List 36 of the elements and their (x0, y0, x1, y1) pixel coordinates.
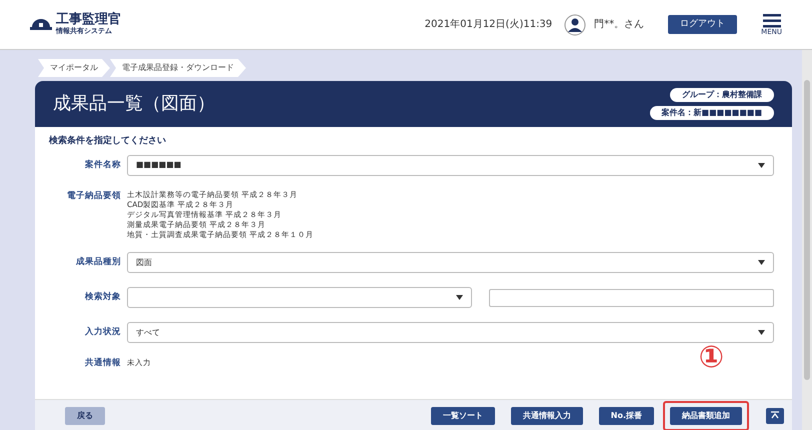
user-name: 門**。さん (594, 18, 644, 32)
field-label: 案件名称 (84, 158, 122, 172)
logout-button[interactable]: ログアウト (668, 14, 738, 34)
caret-icon (456, 295, 463, 300)
user-avatar-icon (564, 14, 586, 36)
callout-number: ① (698, 343, 724, 373)
field-label: 成果品種別 (75, 256, 122, 269)
select-field[interactable]: すべて (127, 322, 774, 344)
section-title: 検索条件を指定してください (49, 135, 167, 148)
caret-icon (758, 330, 765, 336)
back-button[interactable]: 戻る (65, 406, 105, 424)
logo-icon (30, 18, 52, 32)
field-label: 共通情報 (84, 357, 122, 370)
logo-title: 工事監理官 (56, 12, 121, 26)
info-tag: グループ：農村整備課 (670, 88, 774, 102)
action-button[interactable]: No.採番 (598, 406, 654, 424)
field-label: 検索対象 (84, 291, 122, 304)
field-label: 電子納品要領 (66, 190, 122, 202)
breadcrumb-link[interactable]: マイポータル (38, 59, 110, 77)
field-label: 入力状況 (84, 326, 122, 339)
action-button[interactable]: 納品書類追加 (670, 406, 742, 424)
action-button[interactable]: 共通情報入力 (510, 406, 583, 424)
info-tag: 案件名：新■■■■■■■■ (650, 106, 774, 120)
select-field[interactable] (127, 287, 472, 308)
scroll-top-icon (770, 410, 780, 420)
text-input[interactable] (489, 288, 774, 307)
datetime-text: 2021年01月12日(火)11:39 (424, 18, 552, 32)
select-field[interactable]: ■■■■■■ (127, 154, 774, 176)
page-title: 成果品一覧（図面） (53, 93, 215, 115)
action-button[interactable]: 一覧ソート (430, 406, 495, 424)
menu-icon (762, 14, 781, 28)
scroll-top-button[interactable] (766, 408, 784, 424)
caret-icon (758, 260, 765, 266)
select-field[interactable]: 図面 (127, 252, 774, 274)
breadcrumb-link[interactable]: 電子成果品登録・ダウンロード (110, 59, 246, 77)
caret-icon (758, 162, 765, 168)
